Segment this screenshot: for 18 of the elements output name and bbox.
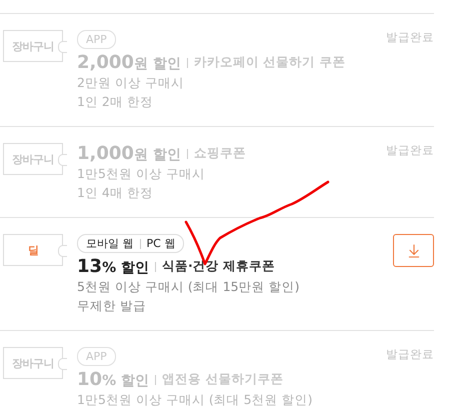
discount-text: 1,000원 할인 [77,143,181,164]
discount-text: 13% 할인 [77,256,149,277]
status-text: 발급완료 [386,347,434,363]
status-text: 발급완료 [386,143,434,159]
condition-text: 무제한 발급 [77,297,147,315]
discount-text: 10% 할인 [77,369,149,390]
status-text: 발급완료 [386,30,434,46]
condition-text: 1인 2매 한정 [77,93,154,111]
condition-text: 2만원 이상 구매시 [77,74,185,92]
download-button[interactable] [393,234,434,267]
condition-text: 1만5천원 이상 구매시 [77,165,206,183]
coupon-name: 식품·건강 제휴쿠폰 [162,258,276,275]
discount-text: 2,000원 할인 [77,52,181,73]
condition-text: 1인 4매 한정 [77,184,154,202]
tag-text: PC 웹 [146,236,176,251]
tag-text: 모바일 웹 [86,236,134,251]
condition-text: 1만5천원 이상 구매시 (최대 5천원 할인) [77,391,314,409]
condition-text: 5천원 이상 구매시 (최대 15만원 할인) [77,278,300,296]
